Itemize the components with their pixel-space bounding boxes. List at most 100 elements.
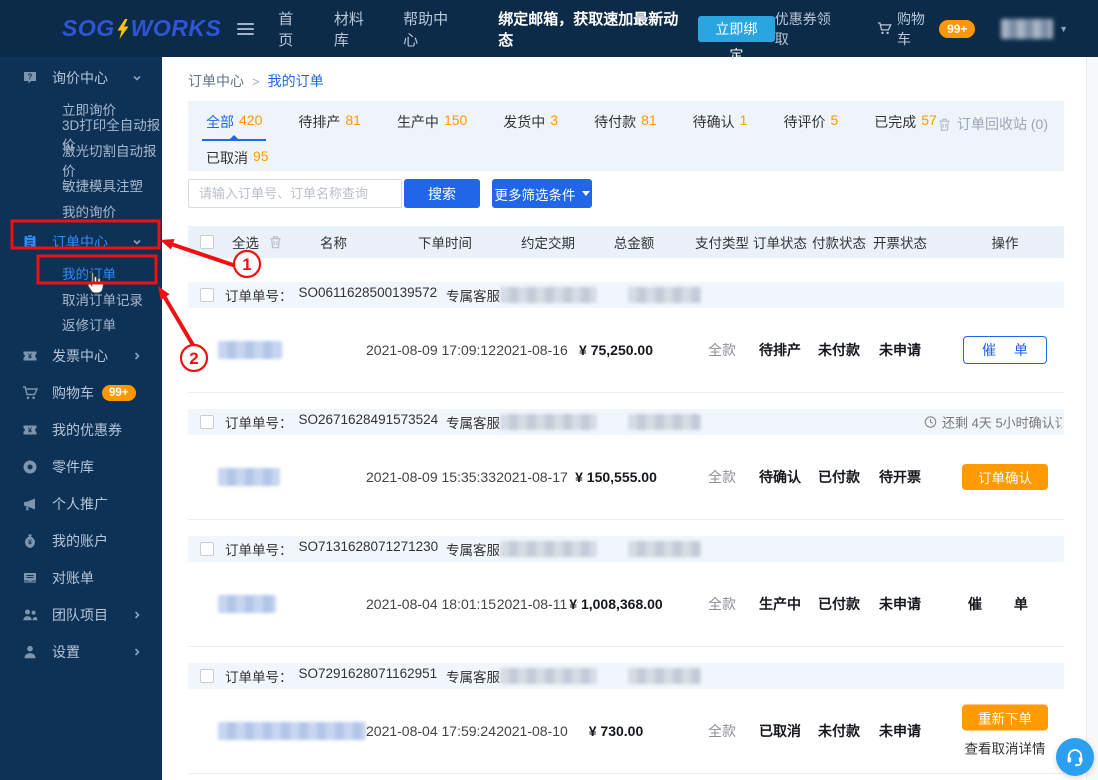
sidebar-item-label: 零件库 bbox=[52, 457, 94, 477]
column-header-name: 名称 bbox=[320, 232, 347, 252]
sidebar-item-label: 我的账户 bbox=[52, 531, 108, 551]
nav-link-home[interactable]: 首页 bbox=[278, 8, 306, 50]
tab-count: 3 bbox=[550, 112, 558, 132]
recycle-bin-link[interactable]: 订单回收站 (0) bbox=[937, 114, 1048, 134]
active-tab-underline bbox=[202, 139, 266, 141]
reorder-button[interactable]: 重新下单 bbox=[962, 705, 1048, 731]
chevron-right-icon bbox=[132, 647, 142, 657]
select-all-checkbox[interactable] bbox=[200, 235, 214, 249]
sidebar-item-label: 敏捷模具注塑 bbox=[62, 175, 143, 195]
order-checkbox[interactable] bbox=[200, 288, 214, 302]
breadcrumb-current: 我的订单 bbox=[268, 71, 324, 91]
sidebar-item-invoice-center[interactable]: ¥发票中心 bbox=[0, 337, 162, 374]
order-number-label: 订单单号： bbox=[225, 666, 293, 686]
user-menu-caret-icon[interactable]: ▼ bbox=[1059, 24, 1068, 34]
sidebar-item-rework-orders[interactable]: 返修订单 bbox=[0, 312, 162, 338]
inquiry-icon: ? bbox=[22, 70, 38, 86]
sidebar-item-my-account[interactable]: ¥我的账户 bbox=[0, 522, 162, 559]
tab-pending-review[interactable]: 待评价5 bbox=[783, 112, 838, 141]
bind-email-notice: 绑定邮箱，获取速加最新动态 bbox=[498, 8, 682, 50]
sidebar-item-mold-injection[interactable]: 敏捷模具注塑 bbox=[0, 173, 162, 199]
sidebar-item-cart[interactable]: 购物车99+ bbox=[0, 374, 162, 411]
promo-icon bbox=[22, 496, 38, 512]
tab-count: 81 bbox=[641, 112, 657, 132]
pay-type: 全款 bbox=[690, 340, 754, 360]
customer-service-blur bbox=[500, 414, 597, 430]
urge-order-button[interactable]: 催 单 bbox=[963, 336, 1047, 364]
recycle-bin-label: 订单回收站 (0) bbox=[957, 114, 1048, 134]
parts-icon bbox=[22, 459, 38, 475]
bind-now-button[interactable]: 立即绑定 bbox=[698, 16, 775, 42]
pay-status: 已付款 bbox=[806, 594, 872, 614]
sidebar-item-label: 订单中心 bbox=[52, 232, 108, 252]
tab-pending-payment[interactable]: 待付款81 bbox=[594, 112, 657, 141]
urge-order-link[interactable]: 催 单 bbox=[968, 596, 1042, 612]
orders-table: 全选 名称 下单时间 约定交期 总金额 支付类型 订单状态 付款状态 开票状态 … bbox=[188, 226, 1064, 774]
sidebar-item-my-inquiries[interactable]: 我的询价 bbox=[0, 198, 162, 224]
coupon-claim-link[interactable]: 优惠券领取 bbox=[775, 9, 840, 49]
sidebar-item-label: 询价中心 bbox=[52, 68, 108, 88]
sidebar-item-settings[interactable]: 设置 bbox=[0, 633, 162, 670]
main-content: 订单中心 > 我的订单 全部420待排产81生产中150发货中3待付款81待确认… bbox=[162, 57, 1086, 780]
nav-link-materials[interactable]: 材料库 bbox=[334, 8, 375, 50]
tab-completed[interactable]: 已完成57 bbox=[874, 112, 937, 141]
delete-selected-icon[interactable] bbox=[268, 235, 283, 250]
order-actions: 催 单 bbox=[946, 336, 1064, 364]
search-input[interactable] bbox=[188, 179, 402, 208]
order-checkbox[interactable] bbox=[200, 669, 214, 683]
order-number-value: SO0611628500139572 bbox=[299, 285, 438, 305]
vertical-scrollbar[interactable] bbox=[1086, 57, 1098, 780]
tab-pending-confirm[interactable]: 待确认1 bbox=[693, 112, 748, 141]
sidebar-item-order-center[interactable]: 订单中心 bbox=[0, 224, 162, 261]
tab-shipping[interactable]: 发货中3 bbox=[503, 112, 558, 141]
chat-support-button[interactable] bbox=[1056, 738, 1094, 776]
tab-to-schedule[interactable]: 待排产81 bbox=[298, 112, 361, 141]
user-name-blur[interactable] bbox=[1001, 19, 1053, 39]
confirm-order-button[interactable]: 订单确认 bbox=[962, 464, 1048, 490]
breadcrumb-parent[interactable]: 订单中心 bbox=[188, 71, 244, 91]
nav-link-help-center[interactable]: 帮助中心 bbox=[403, 8, 458, 50]
invoice-status: 未申请 bbox=[868, 721, 932, 741]
sidebar: ?询价中心立即询价3D打印全自动报价激光切割自动报价敏捷模具注塑我的询价订单中心… bbox=[0, 57, 162, 780]
headset-icon bbox=[1064, 746, 1086, 768]
search-button[interactable]: 搜索 bbox=[404, 179, 480, 208]
tab-count: 95 bbox=[253, 148, 269, 168]
sidebar-item-laser-cut-quote[interactable]: 激光切割自动报价 bbox=[0, 147, 162, 173]
sidebar-item-statements[interactable]: 对账单 bbox=[0, 559, 162, 596]
order-row: 2021-08-09 17:09:122021-08-16¥ 75,250.00… bbox=[188, 308, 1064, 392]
sidebar-item-my-orders[interactable]: 我的订单 bbox=[0, 261, 162, 287]
cart-icon bbox=[877, 20, 892, 37]
sidebar-item-label: 购物车 bbox=[52, 383, 94, 403]
tab-in-production[interactable]: 生产中150 bbox=[397, 112, 467, 141]
sidebar-item-label: 发票中心 bbox=[52, 346, 108, 366]
sidebar-item-my-coupons[interactable]: ¥我的优惠券 bbox=[0, 411, 162, 448]
sidebar-item-inquiry-center[interactable]: ? 询价中心 bbox=[0, 59, 162, 96]
tab-label: 已取消 bbox=[206, 148, 248, 168]
more-filters-button[interactable]: 更多筛选条件 bbox=[492, 179, 592, 208]
tab-all[interactable]: 全部420 bbox=[206, 112, 262, 141]
order-row: 2021-08-09 15:35:332021-08-17¥ 150,555.0… bbox=[188, 435, 1064, 519]
pay-type: 全款 bbox=[690, 594, 754, 614]
sidebar-item-label: 团队项目 bbox=[52, 605, 108, 625]
cart-link[interactable]: 购物车 99+ bbox=[877, 9, 975, 49]
order-checkbox[interactable] bbox=[200, 542, 214, 556]
sidebar-item-personal-promotion[interactable]: 个人推广 bbox=[0, 485, 162, 522]
sidebar-item-parts-library[interactable]: 零件库 bbox=[0, 448, 162, 485]
hamburger-menu-icon[interactable] bbox=[237, 23, 254, 35]
order-time: 2021-08-09 15:35:33 bbox=[364, 469, 498, 485]
order-group: 订单单号：SO7131628071271230专属客服：2021-08-04 1… bbox=[188, 536, 1064, 647]
tab-label: 生产中 bbox=[397, 112, 439, 132]
pay-status: 未付款 bbox=[806, 340, 872, 360]
sidebar-item-team-projects[interactable]: 团队项目 bbox=[0, 596, 162, 633]
order-time: 2021-08-04 18:01:15 bbox=[364, 596, 498, 612]
column-header-pay-type: 支付类型 bbox=[690, 232, 754, 252]
customer-service-blur bbox=[500, 541, 597, 557]
statement-icon bbox=[22, 570, 38, 586]
select-all-label[interactable]: 全选 bbox=[232, 232, 259, 252]
order-checkbox[interactable] bbox=[200, 415, 214, 429]
sidebar-item-cancelled-order-records[interactable]: 取消订单记录 bbox=[0, 286, 162, 312]
view-cancel-details-link[interactable]: 查看取消详情 bbox=[965, 738, 1046, 758]
customer-service-blur bbox=[628, 414, 701, 430]
column-header-order-time: 下单时间 bbox=[378, 232, 512, 252]
tab-cancelled[interactable]: 已取消95 bbox=[206, 148, 269, 177]
